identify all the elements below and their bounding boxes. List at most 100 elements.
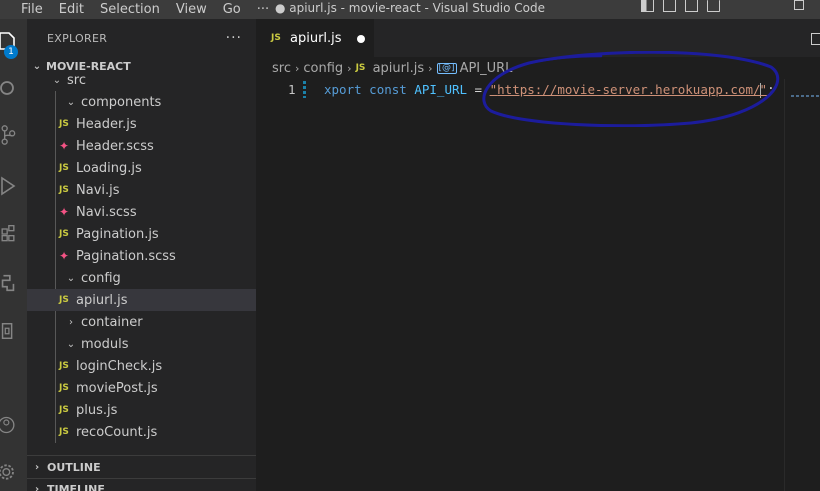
- explorer-more-icon[interactable]: ···: [226, 30, 242, 46]
- unsaved-dot-icon[interactable]: [357, 35, 365, 43]
- activity-bar: 1: [0, 19, 27, 491]
- testing-icon[interactable]: [0, 321, 16, 341]
- tree-item-label: moduls: [81, 336, 129, 352]
- js-file-icon: JS: [59, 229, 69, 239]
- code-line-1[interactable]: 1 xport const API_URL = "https://movie-s…: [256, 79, 820, 101]
- tree-item-label: Pagination.js: [76, 226, 159, 242]
- token-string-url[interactable]: https://movie-server.herokuapp.com/: [497, 82, 760, 97]
- tree-file[interactable]: JS moviePost.js: [27, 377, 256, 399]
- tree-file[interactable]: ✦ Pagination.scss: [27, 245, 256, 267]
- tab-bar: JS apiurl.js: [256, 19, 820, 57]
- extensions-icon[interactable]: [0, 224, 16, 244]
- explorer-header: EXPLORER ···: [27, 19, 256, 57]
- toggle-panel-icon[interactable]: [663, 0, 676, 12]
- chevron-right-icon: ›: [428, 61, 433, 75]
- menu-edit[interactable]: Edit: [51, 2, 92, 18]
- tree-folder[interactable]: ⌄ src: [27, 69, 256, 91]
- js-file-icon: JS: [59, 119, 69, 129]
- tree-file[interactable]: ✦ Navi.scss: [27, 201, 256, 223]
- customize-layout-icon[interactable]: [707, 0, 720, 12]
- token-string-quote: ": [489, 82, 498, 97]
- file-tree: ⌄ src ⌄ components JS Header.js ✦ Header.scss JS…: [27, 69, 256, 443]
- tree-item-label: Navi.js: [76, 182, 120, 198]
- breadcrumb-config[interactable]: config: [303, 61, 343, 76]
- tree-item-label: loginCheck.js: [76, 358, 163, 374]
- source-control-icon[interactable]: [0, 125, 16, 145]
- tree-folder[interactable]: › container: [27, 311, 256, 333]
- tree-file[interactable]: JS Loading.js: [27, 157, 256, 179]
- chevron-down-icon: ⌄: [66, 272, 76, 284]
- tree-folder[interactable]: ⌄ components: [27, 91, 256, 113]
- outline-section-header[interactable]: › OUTLINE: [27, 456, 256, 478]
- tree-file[interactable]: JS Header.js: [27, 113, 256, 135]
- tree-item-label: components: [81, 94, 162, 110]
- breadcrumb-file[interactable]: apiurl.js: [373, 61, 425, 76]
- js-file-icon: JS: [59, 163, 69, 173]
- tree-item-label: Loading.js: [76, 160, 142, 176]
- timeline-section-header[interactable]: › TIMELINE: [27, 478, 256, 491]
- js-file-icon: JS: [59, 185, 69, 195]
- menu-file[interactable]: File: [0, 2, 51, 18]
- bottom-panels: › OUTLINE › TIMELINE: [27, 455, 256, 491]
- chevron-down-icon: ⌄: [66, 96, 76, 108]
- python-icon[interactable]: [0, 273, 16, 293]
- maximize-icon[interactable]: [794, 0, 804, 10]
- breadcrumb-symbol[interactable]: API_URL: [460, 61, 513, 76]
- explorer-badge: 1: [4, 45, 18, 59]
- tree-item-label: plus.js: [76, 402, 118, 418]
- js-file-icon: JS: [59, 383, 69, 393]
- toggle-secondary-sidebar-icon[interactable]: [685, 0, 698, 12]
- breadcrumb-src[interactable]: src: [272, 61, 291, 76]
- chevron-right-icon: ›: [34, 484, 40, 491]
- menu-go[interactable]: Go: [215, 2, 249, 18]
- token-semicolon: ;: [767, 82, 775, 97]
- run-debug-icon[interactable]: [0, 176, 16, 196]
- token-string-quote: ": [759, 82, 768, 97]
- minimap-line: [791, 95, 819, 97]
- tree-file[interactable]: JS Navi.js: [27, 179, 256, 201]
- outline-label: OUTLINE: [47, 460, 101, 474]
- tree-file[interactable]: JS recoCount.js: [27, 421, 256, 443]
- breadcrumb: src › config › JS apiurl.js › [@] API_UR…: [256, 57, 820, 79]
- tree-item-label: Navi.scss: [76, 204, 137, 220]
- tree-item-label: config: [81, 270, 121, 286]
- explorer-title: EXPLORER: [47, 31, 108, 45]
- tree-file[interactable]: ✦ Header.scss: [27, 135, 256, 157]
- tree-folder[interactable]: ⌄ moduls: [27, 333, 256, 355]
- symbol-variable-icon: [@]: [436, 62, 457, 74]
- tree-file[interactable]: JS loginCheck.js: [27, 355, 256, 377]
- tree-file[interactable]: JS Pagination.js: [27, 223, 256, 245]
- scss-file-icon: ✦: [59, 205, 70, 219]
- title-bar: File Edit Selection View Go ··· ● apiurl…: [0, 0, 820, 19]
- split-editor-icon[interactable]: [811, 33, 820, 45]
- chevron-down-icon: ⌄: [52, 74, 62, 86]
- code-text[interactable]: xport const API_URL = "https://movie-ser…: [324, 82, 775, 98]
- menu-selection[interactable]: Selection: [92, 2, 168, 18]
- tree-file[interactable]: JS apiurl.js: [27, 289, 256, 311]
- line-number: 1: [288, 82, 296, 97]
- tab-apiurl[interactable]: JS apiurl.js: [256, 19, 374, 57]
- toggle-sidebar-icon[interactable]: [641, 0, 654, 12]
- js-file-icon: JS: [59, 405, 69, 415]
- editor-area: JS apiurl.js src › config › JS apiurl.js…: [256, 19, 820, 491]
- chevron-right-icon: ›: [69, 316, 73, 328]
- js-file-icon: JS: [271, 33, 281, 43]
- scss-file-icon: ✦: [59, 139, 70, 153]
- git-modified-gutter: [303, 81, 306, 98]
- settings-gear-icon[interactable]: [0, 462, 16, 482]
- search-icon[interactable]: [0, 79, 16, 99]
- js-file-icon: JS: [59, 427, 69, 437]
- chevron-right-icon: ›: [294, 61, 300, 75]
- menu-view[interactable]: View: [168, 2, 215, 18]
- token-operator: =: [467, 82, 490, 97]
- menu-bar: File Edit Selection View Go ···: [0, 0, 277, 19]
- minimap[interactable]: [784, 79, 820, 491]
- tree-file[interactable]: JS plus.js: [27, 399, 256, 421]
- js-file-icon: JS: [59, 361, 69, 371]
- token-identifier: API_URL: [414, 82, 468, 97]
- explorer-sidebar: EXPLORER ··· ⌄ MOVIE-REACT ⌄ src ⌄ componen…: [27, 19, 256, 491]
- tree-item-label: Pagination.scss: [76, 248, 176, 264]
- menu-more[interactable]: ···: [249, 2, 277, 18]
- tree-folder[interactable]: ⌄ config: [27, 267, 256, 289]
- accounts-icon[interactable]: [0, 415, 16, 435]
